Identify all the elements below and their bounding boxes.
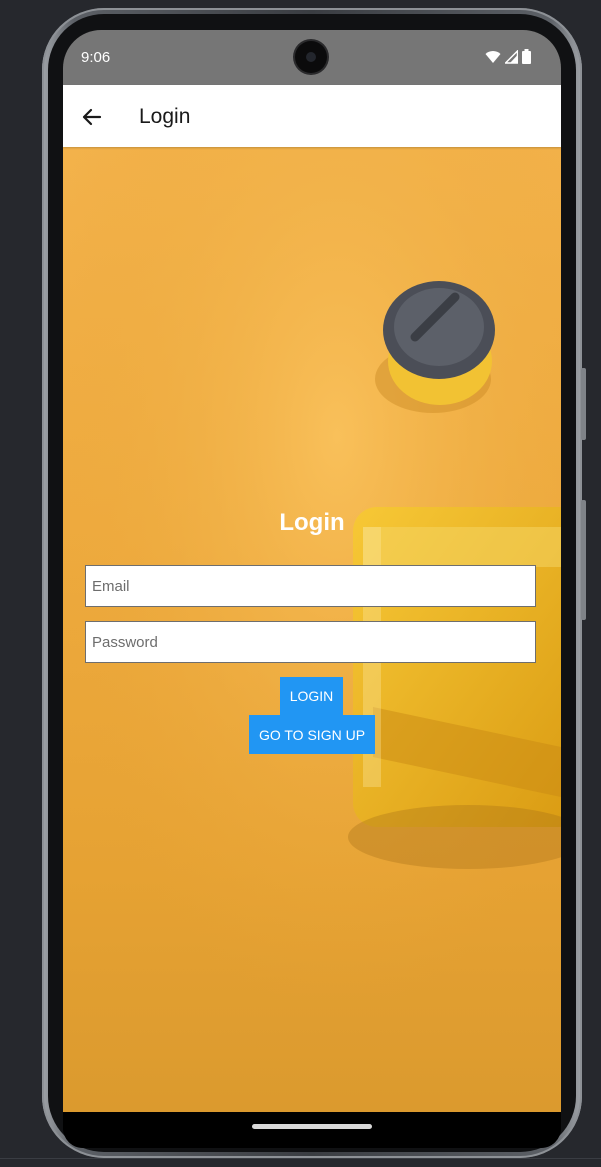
status-bar: 9:06 xyxy=(63,30,561,85)
back-button[interactable] xyxy=(77,102,107,132)
login-screen-content: Login LOGIN GO TO SIGN UP xyxy=(63,147,561,1112)
front-camera xyxy=(295,41,327,73)
emulator-stage: 9:06 Login Login Email LOGIN GO TO SIGN … xyxy=(0,0,601,1167)
status-icons xyxy=(485,48,531,69)
app-bar-title: Login xyxy=(139,105,191,128)
email-field[interactable] xyxy=(85,565,536,607)
login-heading: Login xyxy=(279,509,345,536)
emulator-divider xyxy=(0,1158,601,1159)
arrow-back-icon xyxy=(82,108,102,126)
volume-button xyxy=(581,368,586,440)
status-time: 9:06 xyxy=(81,49,111,66)
cellular-signal-icon xyxy=(503,48,519,69)
app-bar: Login xyxy=(63,85,561,147)
device-screen: 9:06 Login Login Email LOGIN GO TO SIGN … xyxy=(63,30,561,1148)
wifi-icon xyxy=(485,50,501,69)
power-button xyxy=(581,500,586,620)
navigation-bar xyxy=(63,1112,561,1148)
battery-icon xyxy=(522,49,531,69)
password-field[interactable] xyxy=(85,621,536,663)
go-to-signup-button[interactable]: GO TO SIGN UP xyxy=(249,715,375,754)
login-button[interactable]: LOGIN xyxy=(280,677,343,715)
home-gesture-handle[interactable] xyxy=(252,1124,372,1129)
